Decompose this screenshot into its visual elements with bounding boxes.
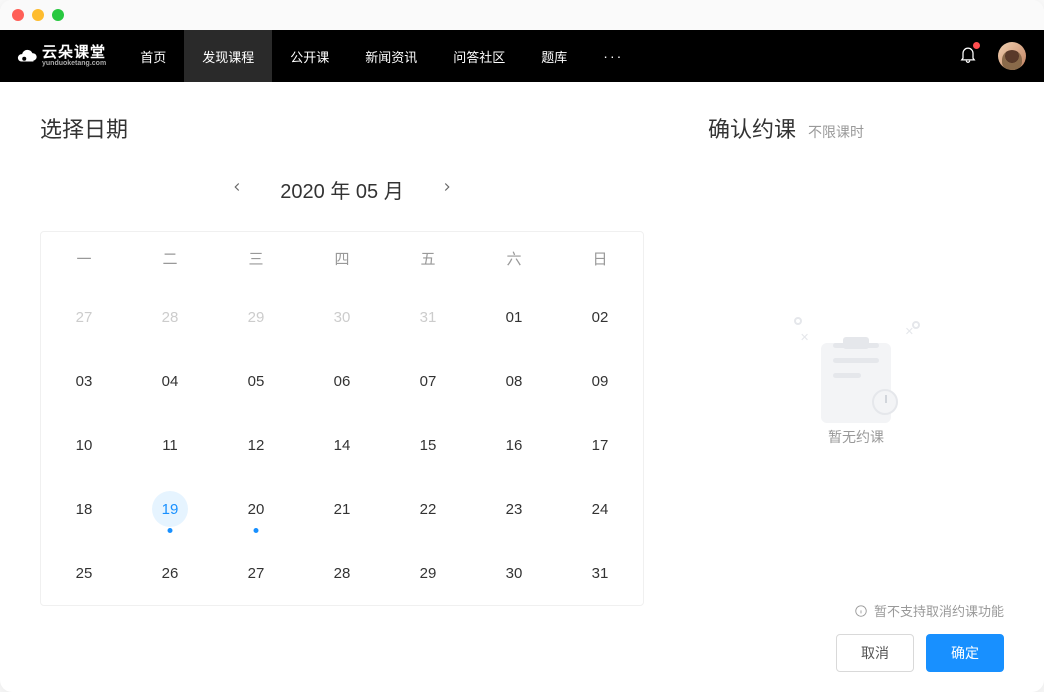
calendar-day[interactable]: 23	[471, 477, 557, 541]
nav-item-5[interactable]: 题库	[523, 30, 585, 82]
calendar-day[interactable]: 20	[213, 477, 299, 541]
calendar-day[interactable]: 22	[385, 477, 471, 541]
chevron-left-icon	[230, 180, 244, 194]
calendar-day: 30	[299, 285, 385, 349]
prev-month-button[interactable]	[224, 174, 250, 205]
calendar-header: 2020 年 05 月	[40, 174, 644, 205]
calendar-day[interactable]: 07	[385, 349, 471, 413]
empty-text: 暂无约课	[828, 427, 884, 447]
calendar-day[interactable]: 30	[471, 541, 557, 605]
right-pane: 确认约课 不限课时 ✕ ✕ 暂无约课	[684, 112, 1004, 672]
nav-item-1[interactable]: 发现课程	[184, 30, 272, 82]
calendar-grid: 一二三四五六日272829303101020304050607080910111…	[40, 231, 644, 606]
calendar-day[interactable]: 16	[471, 413, 557, 477]
logo-text-cn: 云朵课堂	[42, 45, 106, 60]
event-dot	[254, 528, 259, 533]
dow-header: 五	[385, 232, 471, 285]
minimize-window-button[interactable]	[32, 9, 44, 21]
logo-text-en: yunduoketang.com	[42, 60, 106, 67]
nav-item-2[interactable]: 公开课	[272, 30, 347, 82]
calendar-day[interactable]: 29	[385, 541, 471, 605]
calendar-day[interactable]: 02	[557, 285, 643, 349]
calendar-day[interactable]: 04	[127, 349, 213, 413]
cloud-icon	[16, 45, 38, 67]
calendar-day[interactable]: 26	[127, 541, 213, 605]
confirm-title: 确认约课	[708, 112, 796, 144]
dow-header: 二	[127, 232, 213, 285]
actions: 取消 确定	[708, 634, 1004, 672]
info-icon	[854, 604, 868, 618]
calendar-day[interactable]: 10	[41, 413, 127, 477]
dow-header: 四	[299, 232, 385, 285]
dow-header: 一	[41, 232, 127, 285]
calendar-day[interactable]: 06	[299, 349, 385, 413]
event-dot	[168, 528, 173, 533]
calendar-day[interactable]: 15	[385, 413, 471, 477]
close-window-button[interactable]	[12, 9, 24, 21]
calendar-day[interactable]: 17	[557, 413, 643, 477]
nav-item-4[interactable]: 问答社区	[435, 30, 523, 82]
notifications-button[interactable]	[958, 44, 978, 69]
calendar-day[interactable]: 28	[299, 541, 385, 605]
chevron-right-icon	[440, 180, 454, 194]
calendar-day[interactable]: 18	[41, 477, 127, 541]
calendar-day[interactable]: 14	[299, 413, 385, 477]
dow-header: 三	[213, 232, 299, 285]
calendar-day[interactable]: 09	[557, 349, 643, 413]
calendar-day[interactable]: 03	[41, 349, 127, 413]
calendar-day[interactable]: 27	[213, 541, 299, 605]
calendar-month-label: 2020 年 05 月	[280, 175, 403, 204]
left-pane: 选择日期 2020 年 05 月 一二三四五六日2728293031010203…	[40, 112, 684, 672]
calendar-day[interactable]: 25	[41, 541, 127, 605]
calendar-day[interactable]: 12	[213, 413, 299, 477]
window-titlebar	[0, 0, 1044, 30]
calendar-day[interactable]: 24	[557, 477, 643, 541]
calendar-day[interactable]: 05	[213, 349, 299, 413]
calendar-day[interactable]: 31	[557, 541, 643, 605]
dow-header: 六	[471, 232, 557, 285]
nav-item-0[interactable]: 首页	[122, 30, 184, 82]
nav-items: 首页发现课程公开课新闻资讯问答社区题库	[122, 30, 585, 82]
select-date-title: 选择日期	[40, 112, 644, 144]
calendar-day: 31	[385, 285, 471, 349]
dow-header: 日	[557, 232, 643, 285]
nav-more[interactable]: ···	[585, 48, 641, 64]
calendar-day[interactable]: 11	[127, 413, 213, 477]
logo[interactable]: 云朵课堂 yunduoketang.com	[0, 45, 122, 67]
calendar-day[interactable]: 21	[299, 477, 385, 541]
notification-dot	[973, 42, 980, 49]
maximize-window-button[interactable]	[52, 9, 64, 21]
avatar[interactable]	[998, 42, 1026, 70]
footer-note-text: 暂不支持取消约课功能	[874, 601, 1004, 620]
confirm-subtitle: 不限课时	[808, 122, 864, 142]
calendar-day[interactable]: 19	[127, 477, 213, 541]
cancel-button[interactable]: 取消	[836, 634, 914, 672]
calendar-day: 28	[127, 285, 213, 349]
clipboard-icon: ✕ ✕	[806, 321, 906, 411]
empty-state: ✕ ✕ 暂无约课	[708, 174, 1004, 593]
calendar-day: 29	[213, 285, 299, 349]
content: 选择日期 2020 年 05 月 一二三四五六日2728293031010203…	[0, 82, 1044, 692]
top-nav: 云朵课堂 yunduoketang.com 首页发现课程公开课新闻资讯问答社区题…	[0, 30, 1044, 82]
confirm-button[interactable]: 确定	[926, 634, 1004, 672]
next-month-button[interactable]	[434, 174, 460, 205]
app-window: 云朵课堂 yunduoketang.com 首页发现课程公开课新闻资讯问答社区题…	[0, 0, 1044, 692]
calendar-day: 27	[41, 285, 127, 349]
footer-note: 暂不支持取消约课功能	[708, 601, 1004, 620]
calendar-day[interactable]: 08	[471, 349, 557, 413]
nav-item-3[interactable]: 新闻资讯	[347, 30, 435, 82]
calendar-day[interactable]: 01	[471, 285, 557, 349]
